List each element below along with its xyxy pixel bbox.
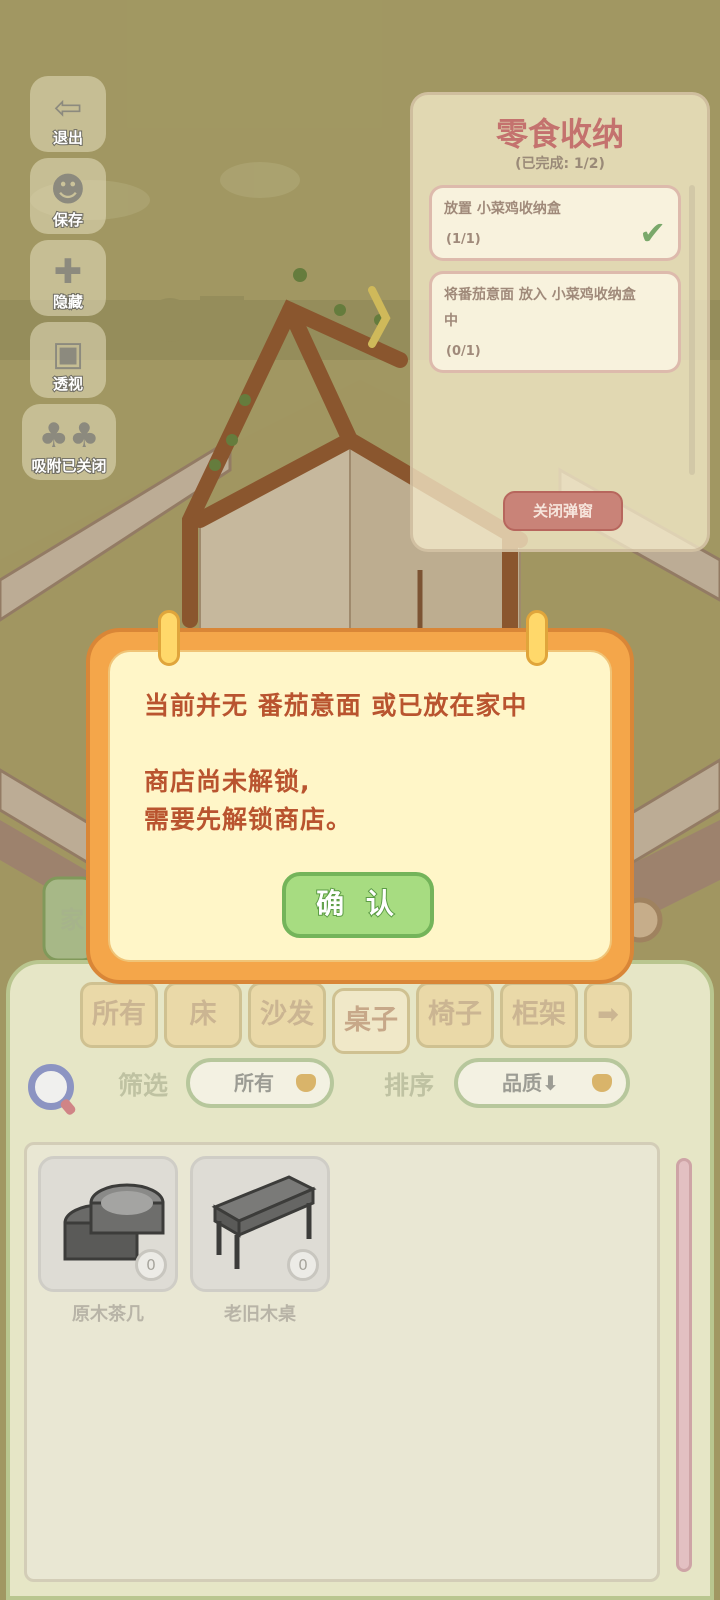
- quest-task-2: 将番茄意面 放入 小菜鸡收纳盒 中 (0/1): [429, 271, 681, 373]
- tab-sofa[interactable]: 沙发: [248, 982, 326, 1048]
- dialog-message-line2: 商店尚未解锁,: [144, 767, 311, 796]
- tab-table[interactable]: 桌子: [332, 988, 410, 1054]
- tab-chair[interactable]: 椅子: [416, 982, 494, 1048]
- checkmark-icon: ✔: [639, 214, 666, 252]
- sort-label: 排序: [384, 1071, 435, 1100]
- quest-task-2-text-cont: 中: [444, 313, 458, 329]
- snap-label: 吸附已关闭: [30, 456, 107, 476]
- perspective-label: 透视: [52, 374, 84, 394]
- snap-toggle-button[interactable]: ♣♣ 吸附已关闭: [22, 404, 116, 480]
- item-card-old-desk[interactable]: 0: [190, 1156, 330, 1292]
- filter-label: 筛选: [118, 1071, 169, 1100]
- dialog-message-line3: 需要先解锁商店。: [144, 805, 353, 834]
- item-card-coffee-table[interactable]: 0: [38, 1156, 178, 1292]
- save-label: 保存: [52, 210, 84, 230]
- close-popup-button[interactable]: 关闭弹窗: [503, 491, 623, 531]
- search-icon[interactable]: [28, 1064, 74, 1110]
- filter-dropdown[interactable]: 所有: [186, 1058, 334, 1108]
- pin-icon: [158, 610, 180, 666]
- hide-button[interactable]: ✚ 隐藏: [30, 240, 106, 316]
- exit-arrow-icon: ⇦: [53, 88, 83, 128]
- quest-task-2-progress: (0/1): [446, 344, 481, 359]
- next-category-arrow-icon[interactable]: ➡: [584, 982, 632, 1048]
- quest-progress: (已完成: 1/2): [515, 156, 605, 172]
- quest-panel: 零食收纳 (已完成: 1/2) 放置 小菜鸡收纳盒 (1/1) ✔ 将番茄意面 …: [410, 92, 710, 552]
- cube-icon: ▣: [51, 334, 85, 374]
- hide-label: 隐藏: [52, 292, 84, 312]
- quest-task-1-text: 放置 小菜鸡收纳盒: [444, 201, 561, 217]
- sort-dropdown[interactable]: 品质⬇: [454, 1058, 630, 1108]
- dropdown-icon: [592, 1074, 612, 1092]
- pin-icon: [526, 610, 548, 666]
- filter-value: 所有: [234, 1071, 274, 1095]
- dialog-message-line1: 当前并无 番茄意面 或已放在家中: [144, 691, 528, 720]
- item-count-badge: 0: [135, 1249, 167, 1281]
- tab-all[interactable]: 所有: [80, 982, 158, 1048]
- inventory-scrollbar[interactable]: [676, 1158, 692, 1572]
- exit-button[interactable]: ⇦ 退出: [30, 76, 106, 152]
- perspective-button[interactable]: ▣ 透视: [30, 322, 106, 398]
- confirm-button[interactable]: 确 认: [282, 872, 434, 938]
- quest-task-1: 放置 小菜鸡收纳盒 (1/1) ✔: [429, 185, 681, 261]
- hide-frame-icon: ✚: [53, 252, 83, 292]
- quest-task-1-progress: (1/1): [446, 232, 481, 247]
- quest-title: 零食收纳: [495, 115, 624, 153]
- hamster-save-icon: ☻: [50, 170, 86, 210]
- chicks-icon: ♣♣: [38, 416, 100, 456]
- item-name: 老旧木桌: [224, 1304, 296, 1325]
- sort-value: 品质⬇: [502, 1071, 559, 1095]
- dropdown-icon: [296, 1074, 316, 1092]
- tab-bed[interactable]: 床: [164, 982, 242, 1048]
- quest-task-2-text: 将番茄意面 放入 小菜鸡收纳盒: [444, 287, 636, 303]
- tab-cabinet[interactable]: 柜架: [500, 982, 578, 1048]
- quest-scrollbar[interactable]: [689, 185, 695, 475]
- side-tab-home[interactable]: 家: [60, 900, 84, 935]
- item-count-badge: 0: [287, 1249, 319, 1281]
- save-button[interactable]: ☻ 保存: [30, 158, 106, 234]
- item-name: 原木茶几: [72, 1304, 144, 1325]
- exit-label: 退出: [52, 128, 84, 148]
